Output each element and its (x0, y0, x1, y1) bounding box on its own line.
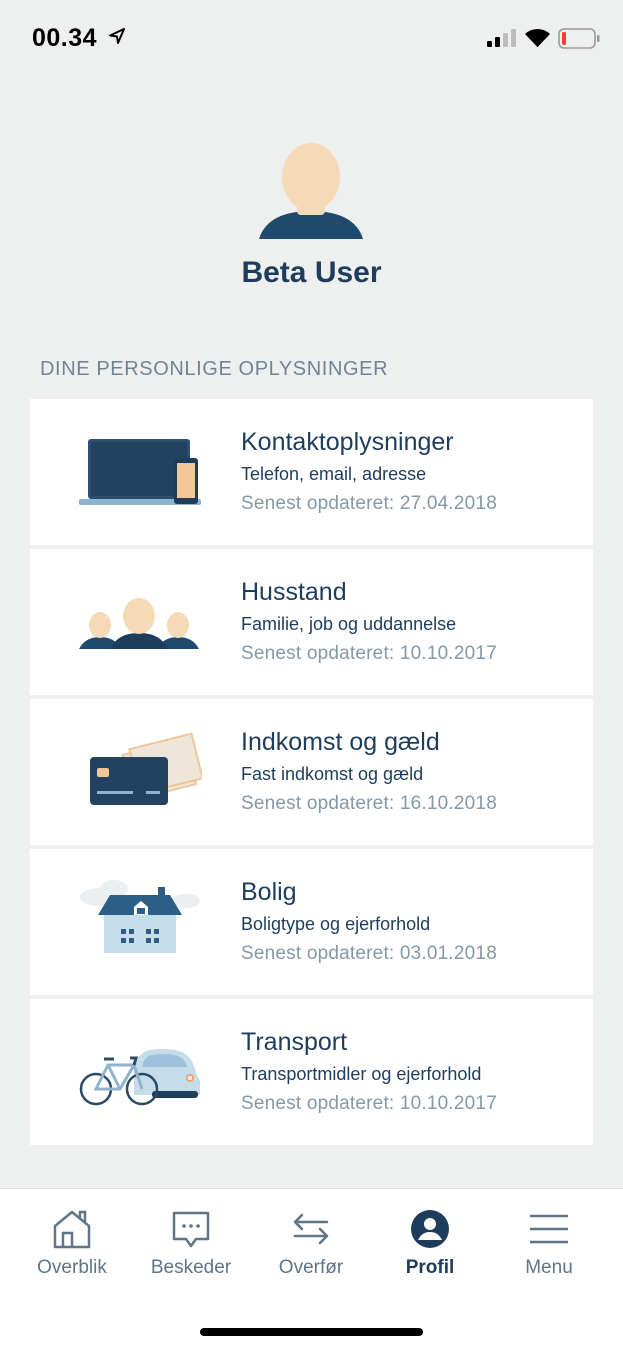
tab-menu[interactable]: Menu (489, 1209, 609, 1279)
tab-label: Profil (405, 1257, 455, 1278)
card-subtitle: Fast indkomst og gæld (241, 764, 424, 784)
card-updated: Senest opdateret: 10.10.2017 (241, 1093, 497, 1114)
card-indkomst-og-gaeld[interactable]: Indkomst og gæld Fast indkomst og gæld S… (30, 699, 593, 845)
house-icon (80, 880, 200, 953)
card-updated: Senest opdateret: 16.10.2018 (241, 793, 497, 814)
tab-label: Overfør (278, 1257, 344, 1278)
tab-label: Overblik (37, 1257, 107, 1278)
card-title: Indkomst og gæld (241, 728, 440, 756)
card-title: Bolig (241, 878, 297, 906)
card-updated: Senest opdateret: 27.04.2018 (241, 493, 497, 514)
battery-low-icon (558, 28, 600, 49)
transfer-icon (293, 1213, 329, 1245)
card-subtitle: Boligtype og ejerforhold (241, 914, 431, 934)
home-icon (53, 1210, 91, 1249)
user-name: Beta User (241, 256, 382, 289)
card-subtitle: Telefon, email, adresse (241, 464, 427, 484)
card-subtitle: Familie, job og uddannelse (241, 614, 457, 634)
laptop-phone-icon (79, 439, 201, 505)
menu-icon (530, 1214, 568, 1244)
home-indicator[interactable] (200, 1328, 423, 1336)
card-updated: Senest opdateret: 10.10.2017 (241, 643, 497, 664)
personal-info-list: Kontaktoplysninger Telefon, email, adres… (30, 399, 593, 1149)
tab-bar: Overblik Beskeder Overfør Profil Menu (0, 1188, 623, 1350)
household-icon (79, 598, 199, 649)
credit-card-icon (90, 732, 202, 805)
tab-profil[interactable]: Profil (370, 1209, 490, 1279)
card-husstand[interactable]: Husstand Familie, job og uddannelse Sene… (30, 549, 593, 695)
location-arrow-icon (109, 28, 125, 44)
card-subtitle: Transportmidler og ejerforhold (241, 1064, 482, 1084)
tab-overblik[interactable]: Overblik (12, 1209, 132, 1279)
tab-overfoer[interactable]: Overfør (251, 1209, 371, 1279)
avatar (255, 143, 367, 243)
card-title: Transport (241, 1028, 348, 1056)
card-title: Kontaktoplysninger (241, 428, 454, 456)
message-icon (172, 1211, 210, 1248)
card-kontaktoplysninger[interactable]: Kontaktoplysninger Telefon, email, adres… (30, 399, 593, 545)
card-title: Husstand (241, 578, 347, 606)
tab-beskeder[interactable]: Beskeder (131, 1209, 251, 1279)
tab-label: Beskeder (150, 1257, 232, 1278)
section-heading: DINE PERSONLIGE OPLYSNINGER (40, 358, 389, 380)
status-bar: 00.34 (0, 0, 623, 80)
card-updated: Senest opdateret: 03.01.2018 (241, 943, 497, 964)
profile-icon (411, 1210, 449, 1248)
bicycle-car-icon (79, 1049, 200, 1106)
cellular-signal-icon (487, 28, 516, 47)
card-transport[interactable]: Transport Transportmidler og ejerforhold… (30, 999, 593, 1145)
tab-label: Menu (525, 1257, 573, 1278)
wifi-icon (525, 28, 550, 47)
status-time: 00.34 (32, 24, 98, 52)
card-bolig[interactable]: Bolig Boligtype og ejerforhold Senest op… (30, 849, 593, 995)
